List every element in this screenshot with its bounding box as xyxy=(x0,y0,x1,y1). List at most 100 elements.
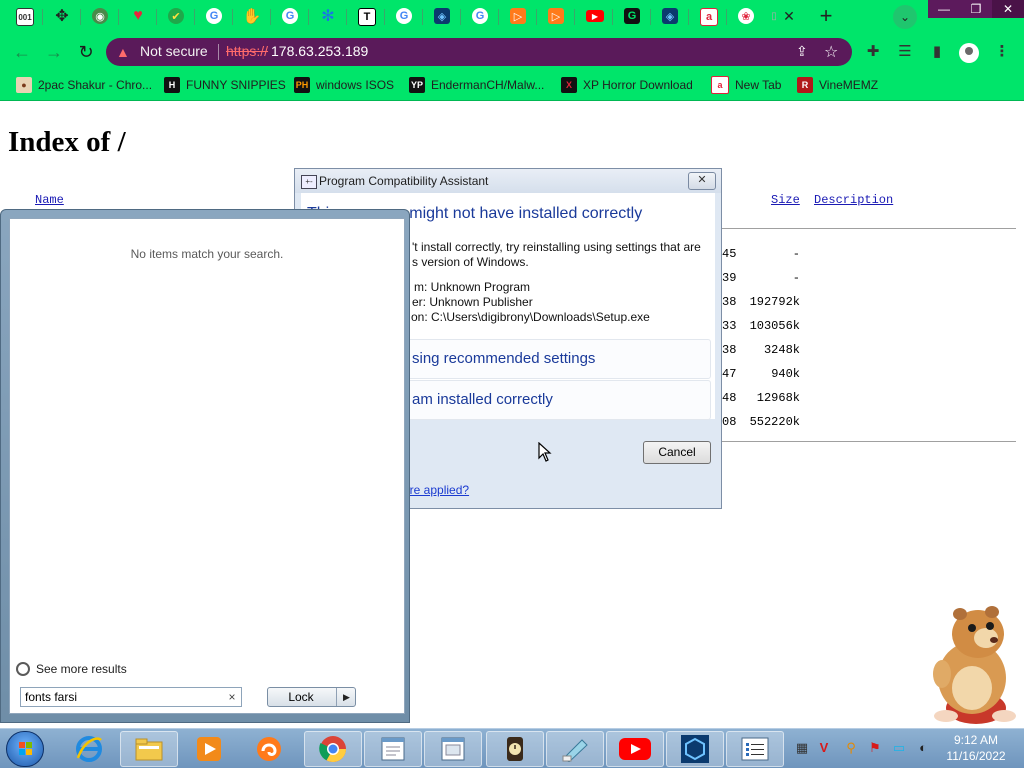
tab-9-favicon[interactable]: ✻ xyxy=(320,8,336,25)
bookmark-item[interactable]: ● 2pac Shakur - Chro... xyxy=(16,77,152,93)
back-arrow-icon[interactable]: ← xyxy=(12,42,32,62)
name-column-link[interactable]: Name xyxy=(35,193,64,207)
tab-13-favicon[interactable]: G xyxy=(472,8,488,24)
clock-app-icon[interactable] xyxy=(486,731,544,767)
shutdown-options-arrow-icon[interactable]: ▶ xyxy=(336,688,356,706)
forward-arrow-icon[interactable]: → xyxy=(44,42,64,62)
start-orb-button[interactable] xyxy=(6,731,44,767)
window-close-button[interactable]: ✕ xyxy=(992,0,1024,18)
reload-icon[interactable]: ↻ xyxy=(76,42,96,62)
tab-14-favicon[interactable]: ▷ xyxy=(510,8,526,24)
tab-11-favicon[interactable]: G xyxy=(396,8,412,24)
installed-option-label: am installed correctly xyxy=(412,391,553,408)
dialog-publisher-line: er: Unknown Publisher xyxy=(412,295,533,309)
tab-divider xyxy=(118,9,119,25)
dialog-location-line: on: C:\Users\digibrony\Downloads\Setup.e… xyxy=(411,310,650,324)
row-date-tail: 39 xyxy=(722,271,737,285)
url-scheme[interactable]: https:// xyxy=(226,43,268,59)
tab-4-favicon[interactable]: ♥ xyxy=(130,7,146,24)
address-bar[interactable]: ▲ Not secure https:// 178.63.253.189 ⇪ ☆ xyxy=(106,38,852,66)
tab-15-favicon[interactable]: ▷ xyxy=(548,8,564,24)
media-player-icon[interactable] xyxy=(186,731,232,767)
cancel-button[interactable]: Cancel xyxy=(643,441,711,464)
see-more-results-link[interactable]: See more results xyxy=(16,661,127,677)
tab-5-favicon[interactable]: ✔ xyxy=(168,8,184,24)
bookmark-star-icon[interactable]: ☆ xyxy=(824,42,838,62)
tab-3-favicon[interactable]: ◉ xyxy=(92,8,108,24)
bookmark-item[interactable]: H FUNNY SNIPPIES xyxy=(164,77,286,93)
tab-6-favicon[interactable]: G xyxy=(206,8,222,24)
clear-search-icon[interactable]: × xyxy=(225,689,239,705)
close-tab-icon[interactable]: ✕ xyxy=(782,8,796,24)
profile-avatar[interactable] xyxy=(959,43,979,63)
start-search-input[interactable] xyxy=(25,689,221,705)
bookmark-label: FUNNY SNIPPIES xyxy=(186,78,286,92)
extensions-puzzle-icon[interactable]: ✚ xyxy=(864,43,882,61)
bookmark-item[interactable]: PH windows ISOS xyxy=(294,77,394,93)
side-panel-icon[interactable]: ▮ xyxy=(928,43,946,61)
notepad-window-icon[interactable] xyxy=(364,731,422,767)
tray-flag-icon[interactable]: ⚑ xyxy=(867,740,883,756)
warning-triangle-icon[interactable]: ▲ xyxy=(116,44,132,60)
youtube-icon[interactable] xyxy=(606,731,664,767)
tab-8-favicon[interactable]: G xyxy=(282,8,298,24)
r-logo-icon: R xyxy=(797,77,813,93)
lock-button[interactable]: Lock ▶ xyxy=(267,687,356,707)
tab-18-favicon[interactable]: ◈ xyxy=(662,8,678,24)
chrome-icon[interactable] xyxy=(304,731,362,767)
box-app-icon[interactable] xyxy=(666,731,724,767)
tray-volume-icon[interactable]: ◐ xyxy=(915,740,931,756)
tab-7-favicon[interactable]: ✋ xyxy=(243,8,262,25)
tab-strip: 001 ✥ ◉ ♥ ✔ G ✋ G ✻ T G ◈ G ▷ ▷ ▶ G ◈ a … xyxy=(0,0,1024,34)
tab-12-favicon[interactable]: ◈ xyxy=(434,8,450,24)
tray-monitor-icon[interactable]: ▭ xyxy=(891,740,907,756)
share-icon[interactable]: ⇪ xyxy=(796,43,808,60)
tab-divider xyxy=(308,9,309,25)
size-column-link[interactable]: Size xyxy=(771,193,800,207)
tab-divider xyxy=(498,9,499,25)
tray-v-antivirus-icon[interactable]: V xyxy=(816,740,832,756)
security-status-label[interactable]: Not secure xyxy=(140,43,208,59)
taskbar-clock[interactable]: 9:12 AM 11/16/2022 xyxy=(934,732,1018,764)
minimize-button[interactable]: — xyxy=(928,0,960,18)
tab-1-favicon[interactable]: 001 xyxy=(16,8,34,26)
tab-search-chevron-icon[interactable]: ⌄ xyxy=(893,5,917,29)
url-host[interactable]: 178.63.253.189 xyxy=(271,43,368,59)
tab-divider xyxy=(422,9,423,25)
tray-search-tool-icon[interactable]: ⚲ xyxy=(843,740,859,756)
tab-20-favicon[interactable]: ❀ xyxy=(738,8,754,24)
tab-21-favicon[interactable]: ▯ xyxy=(766,8,782,24)
tab-19-favicon[interactable]: a xyxy=(700,8,718,26)
bookmark-item[interactable]: a New Tab xyxy=(711,76,781,94)
settings-applied-link[interactable]: are applied? xyxy=(403,483,469,497)
internet-explorer-icon[interactable] xyxy=(66,731,112,767)
document-window-icon[interactable] xyxy=(424,731,482,767)
kebab-menu-icon[interactable]: ⋮ xyxy=(993,43,1011,61)
clock-date: 11/16/2022 xyxy=(946,749,1006,763)
list-app-icon[interactable] xyxy=(726,731,784,767)
dialog-message-line1: 't install correctly, try reinstalling u… xyxy=(412,240,701,254)
tab-divider xyxy=(460,9,461,25)
row-date-tail: 47 xyxy=(722,367,737,381)
tab-17-favicon[interactable]: G xyxy=(624,8,640,24)
restore-button[interactable]: ❐ xyxy=(960,0,992,18)
tab-divider xyxy=(80,9,81,25)
start-search-box[interactable]: × xyxy=(20,687,242,707)
bookmark-item[interactable]: YP EndermanCH/Malw... xyxy=(409,77,544,93)
tray-network-grid-icon[interactable]: ▦ xyxy=(794,740,810,756)
lock-button-label[interactable]: Lock xyxy=(268,690,334,704)
tab-16-favicon[interactable]: ▶ xyxy=(586,10,604,22)
media-queue-icon[interactable]: ☰ xyxy=(896,43,914,61)
new-tab-button[interactable]: + xyxy=(815,5,837,28)
dialog-close-button[interactable]: ✕ xyxy=(688,172,716,190)
bookmark-item[interactable]: X XP Horror Download xyxy=(561,77,693,93)
dialog-titlebar[interactable]: +- Program Compatibility Assistant ✕ xyxy=(295,169,721,193)
tab-10-favicon[interactable]: T xyxy=(358,8,376,26)
file-explorer-icon[interactable] xyxy=(120,731,178,767)
paint-icon[interactable] xyxy=(546,731,604,767)
uc-browser-icon[interactable] xyxy=(246,731,292,767)
tab-2-favicon[interactable]: ✥ xyxy=(54,8,70,25)
description-column-link[interactable]: Description xyxy=(814,193,893,207)
hamster-desktop-pet[interactable] xyxy=(920,604,1024,728)
bookmark-item[interactable]: R VineMEMZ xyxy=(797,77,878,93)
